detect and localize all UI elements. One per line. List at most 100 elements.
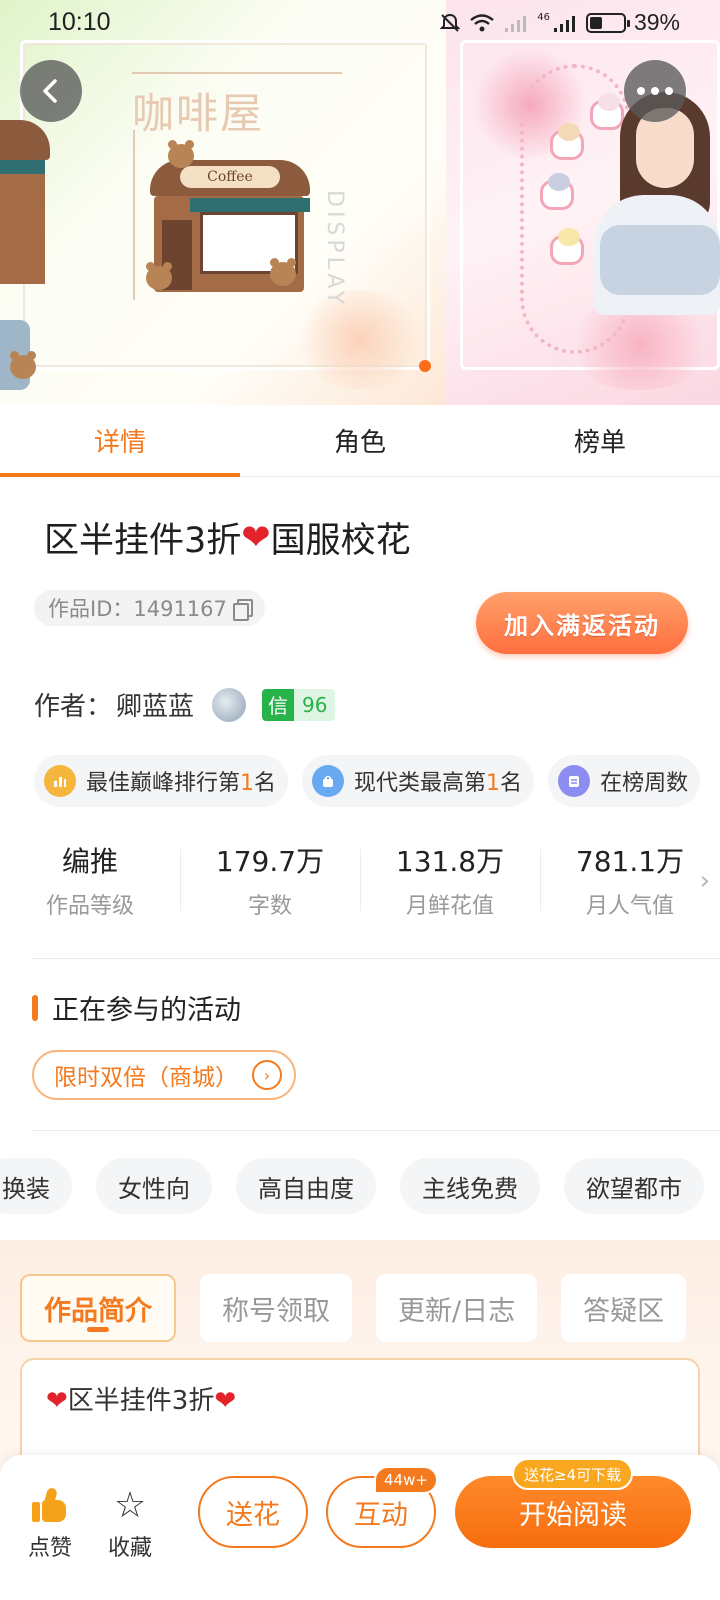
activity-label: 限时双倍（商城） <box>54 1065 238 1091</box>
network-type-label: 46 <box>537 12 550 23</box>
credit-score-badge: 信 96 <box>262 688 336 721</box>
subtab-updates[interactable]: 更新/日志 <box>376 1274 538 1342</box>
animal-cup <box>590 93 624 130</box>
rank-chip[interactable]: 现代类最高第1名 <box>302 755 535 807</box>
divider <box>32 1130 720 1131</box>
copy-icon <box>232 599 253 621</box>
cover-carousel[interactable]: 咖啡屋 DISPLAY Coffee <box>0 0 720 405</box>
cover-cafe-title: 咖啡屋 <box>132 89 265 138</box>
rank-text: 现代类最高第1名 <box>354 771 523 796</box>
stat-value: 781.1万 <box>575 845 685 878</box>
tag-list: 换装 女性向 高自由度 主线免费 欲望都市 <box>0 1158 704 1214</box>
like-button[interactable]: 点赞 <box>28 1486 73 1562</box>
battery-percent: 39% <box>633 9 680 35</box>
heart-icon: ❤ <box>241 517 271 558</box>
credit-label: 信 <box>262 688 295 721</box>
tab-rankings[interactable]: 榜单 <box>480 405 720 476</box>
cover-display-text: DISPLAY <box>322 190 347 309</box>
tag-chip[interactable]: 换装 <box>0 1158 72 1214</box>
rank-text: 在榜周数 <box>600 771 689 796</box>
author-row[interactable]: 作者： 卿蓝蓝 信 96 <box>34 686 336 723</box>
section-accent-bar <box>32 994 38 1021</box>
stat-level: 编推 作品等级 <box>0 835 180 925</box>
credit-value: 96 <box>294 688 336 721</box>
interact-count-badge: 44w+ <box>374 1466 438 1494</box>
status-bar: 10:10 46 39% <box>0 0 720 44</box>
subtab-qa[interactable]: 答疑区 <box>561 1274 687 1342</box>
tag-chip[interactable]: 欲望都市 <box>564 1158 704 1214</box>
activities-section-title: 正在参与的活动 <box>32 988 241 1027</box>
stat-value: 179.7万 <box>215 845 325 878</box>
stat-label: 字数 <box>247 894 292 919</box>
subtab-titles[interactable]: 称号领取 <box>200 1274 352 1342</box>
work-title-part: 国服校花 <box>270 521 411 561</box>
work-id-chip[interactable]: 作品ID：1491167 <box>34 590 265 626</box>
section-title-text: 正在参与的活动 <box>52 995 241 1026</box>
star-icon: ☆ <box>113 1485 147 1526</box>
rank-chip[interactable]: 最佳巅峰排行第1名 <box>34 755 289 807</box>
mute-bell-icon <box>439 13 461 32</box>
work-title-part: 区半挂件3折 <box>44 521 242 561</box>
intro-subtabs: 作品简介 称号领取 更新/日志 答疑区 <box>20 1274 687 1342</box>
signal-weak-icon <box>505 15 527 32</box>
signal-icon <box>553 15 575 32</box>
cafe-illustration: Coffee <box>146 140 310 300</box>
more-button[interactable] <box>624 60 686 122</box>
stat-label: 作品等级 <box>45 894 134 919</box>
tag-chip[interactable]: 女性向 <box>96 1158 212 1214</box>
status-time: 10:10 <box>48 8 111 36</box>
synopsis-line: 区半挂件3折 <box>67 1386 215 1416</box>
bar-chart-icon <box>44 765 76 797</box>
stat-monthly-flowers: 131.8万 月鲜花值 <box>360 835 540 925</box>
heart-icon: ❤ <box>46 1386 68 1416</box>
rank-chips: 最佳巅峰排行第1名 现代类最高第1名 在榜周数 <box>34 755 701 807</box>
chevron-left-icon <box>43 79 57 103</box>
chevron-right-circle-icon: › <box>252 1060 282 1090</box>
character-dress <box>600 225 720 295</box>
carousel-indicator-dot <box>419 360 431 372</box>
decor-line <box>132 72 342 74</box>
heart-icon: ❤ <box>214 1386 237 1416</box>
author-label: 作者： <box>34 692 113 722</box>
animal-cup <box>550 228 584 265</box>
back-button[interactable] <box>20 60 82 122</box>
send-flower-button[interactable]: 送花 <box>198 1476 308 1548</box>
chevron-right-icon[interactable]: › <box>700 866 710 896</box>
join-rebate-event-button[interactable]: 加入满返活动 <box>476 592 688 654</box>
stat-word-count: 179.7万 字数 <box>180 835 360 925</box>
divider <box>32 958 720 959</box>
animal-cup <box>550 123 584 160</box>
wifi-icon <box>470 13 494 31</box>
decor-line <box>133 130 135 300</box>
stat-value: 编推 <box>61 845 118 878</box>
stats-row[interactable]: 编推 作品等级 179.7万 字数 131.8万 月鲜花值 781.1万 月人气… <box>0 835 720 925</box>
more-dots-icon <box>637 87 673 95</box>
work-id-text: 作品ID：1491167 <box>48 597 227 621</box>
work-title: 区半挂件3折 ❤ 国服校花 <box>44 512 411 563</box>
bag-icon <box>312 765 345 797</box>
decor-splash <box>290 290 430 390</box>
like-label: 点赞 <box>28 1536 73 1561</box>
stat-label: 月鲜花值 <box>405 894 494 919</box>
stat-value: 131.8万 <box>395 845 505 878</box>
tab-details[interactable]: 详情 <box>0 405 240 477</box>
battery-icon <box>585 12 630 33</box>
cafe-illustration-partial <box>0 120 80 390</box>
tag-chip[interactable]: 主线免费 <box>400 1158 540 1214</box>
tab-characters[interactable]: 角色 <box>240 405 480 476</box>
favorite-button[interactable]: ☆ 收藏 <box>108 1488 152 1562</box>
cafe-sign: Coffee <box>180 166 280 188</box>
rank-chip[interactable]: 在榜周数 <box>548 755 701 807</box>
thumbs-up-icon <box>32 1486 68 1524</box>
tag-chip[interactable]: 高自由度 <box>236 1158 376 1214</box>
rank-text: 最佳巅峰排行第1名 <box>86 771 277 796</box>
download-hint-badge: 送花≥4可下载 <box>512 1458 634 1490</box>
author-level-badge-icon <box>212 687 247 722</box>
subtab-synopsis[interactable]: 作品简介 <box>20 1274 176 1342</box>
detail-tabs: 详情 角色 榜单 <box>0 405 720 477</box>
activity-pill[interactable]: 限时双倍（商城） › <box>32 1050 296 1100</box>
stat-monthly-popularity: 781.1万 月人气值 <box>540 835 720 925</box>
animal-cup <box>540 173 574 210</box>
favorite-label: 收藏 <box>108 1536 153 1561</box>
author-name: 卿蓝蓝 <box>116 692 195 722</box>
